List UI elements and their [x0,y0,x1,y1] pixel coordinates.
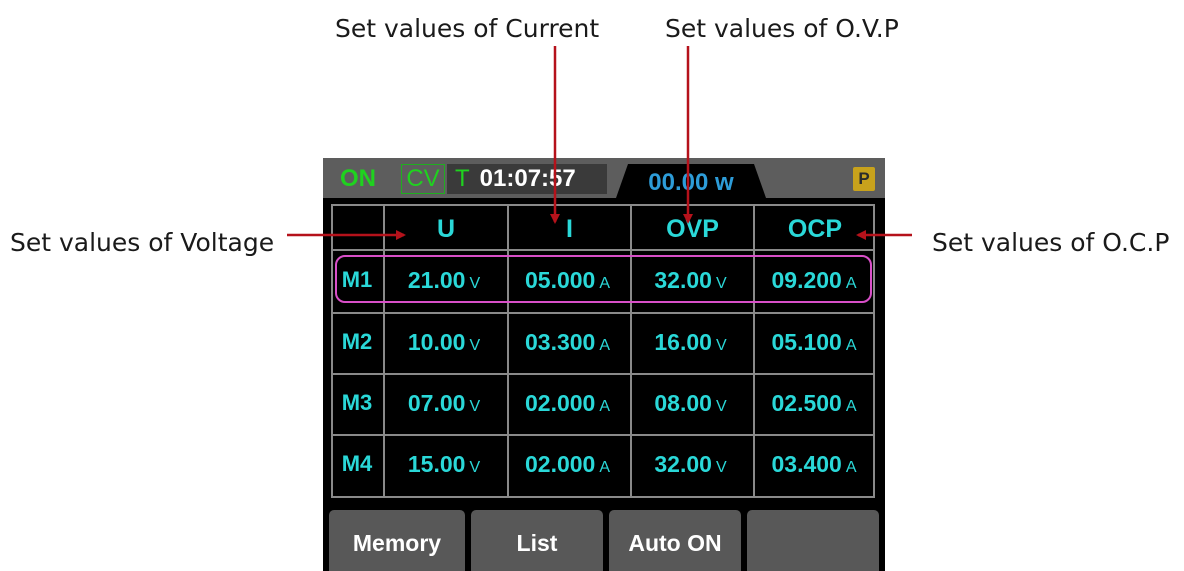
callout-arrows [287,46,912,240]
